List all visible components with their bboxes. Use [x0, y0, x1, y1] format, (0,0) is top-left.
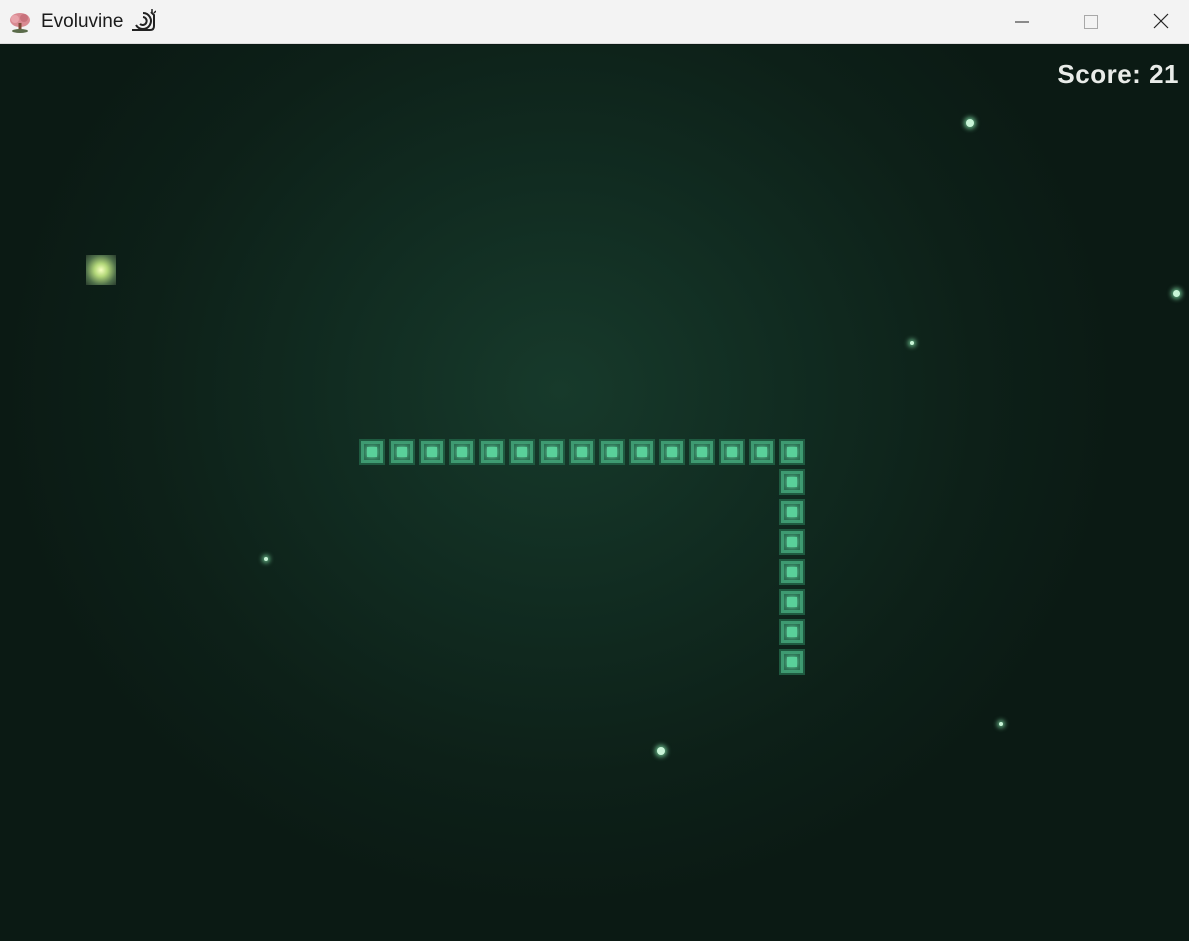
- sparkle: [966, 119, 974, 127]
- snake-segment: [539, 439, 565, 465]
- maximize-button[interactable]: [1056, 0, 1126, 44]
- sparkle: [1173, 290, 1180, 297]
- snake-segment: [779, 619, 805, 645]
- snake-segment: [449, 439, 475, 465]
- snake-segment: [389, 439, 415, 465]
- window-title: Evoluvine: [41, 11, 124, 32]
- close-icon: [1153, 13, 1169, 29]
- snake-segment: [719, 439, 745, 465]
- snake-segment: [629, 439, 655, 465]
- snake-segment: [779, 559, 805, 585]
- snake-segment: [779, 439, 805, 465]
- snake-tail-segment: [779, 649, 805, 675]
- snake-segment: [359, 439, 385, 465]
- minimize-button[interactable]: [987, 0, 1057, 44]
- title-bar[interactable]: Evoluvine: [0, 0, 1189, 44]
- sparkle: [910, 341, 914, 345]
- close-button[interactable]: [1126, 0, 1189, 44]
- maximize-icon: [1084, 15, 1098, 29]
- score-display: Score: 21: [1057, 59, 1179, 89]
- minimize-icon: [1015, 21, 1029, 23]
- sparkle: [999, 722, 1003, 726]
- game-window: Evoluvine Score: 21: [0, 0, 1189, 941]
- snake-segment: [569, 439, 595, 465]
- snake-segment: [779, 469, 805, 495]
- snake-segment: [509, 439, 535, 465]
- snake-segment: [749, 439, 775, 465]
- game-canvas[interactable]: Score: 21: [0, 45, 1189, 941]
- snake-segment: [659, 439, 685, 465]
- snake-segment: [779, 589, 805, 615]
- snake-segment: [689, 439, 715, 465]
- snake-segment: [479, 439, 505, 465]
- sparkle: [657, 747, 665, 755]
- food-orb: [86, 255, 116, 285]
- tree-icon: [10, 13, 30, 33]
- snake-segment: [779, 499, 805, 525]
- snake-segment: [779, 529, 805, 555]
- snake-segment: [419, 439, 445, 465]
- snail-icon: [132, 9, 156, 31]
- sparkle: [264, 557, 268, 561]
- snake-segment: [599, 439, 625, 465]
